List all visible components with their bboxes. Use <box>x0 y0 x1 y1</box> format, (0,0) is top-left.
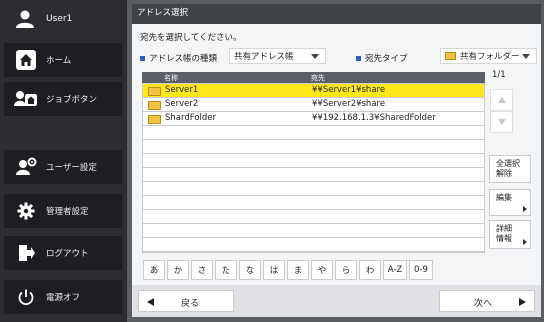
empty-row <box>143 196 484 210</box>
row-name: ShardFolder <box>165 113 216 123</box>
job-button-icon <box>14 87 38 111</box>
bullet-icon <box>140 55 145 61</box>
kana-key[interactable]: A-Z <box>383 260 407 280</box>
table-row[interactable]: Server1 ¥¥Server1¥share <box>143 84 484 98</box>
address-list: Server1 ¥¥Server1¥share Server2 ¥¥Server… <box>142 83 485 253</box>
bullet-icon <box>356 55 361 61</box>
book-type-label: アドレス帳の種類 <box>149 54 218 64</box>
empty-row <box>143 140 484 154</box>
user-settings-icon <box>14 155 38 179</box>
address-select-panel: アドレス選択 宛先を選択してください。 アドレス帳の種類 共有アドレス帳 宛先タ… <box>132 4 541 317</box>
kana-key[interactable]: ま <box>287 260 309 280</box>
table-row[interactable]: ShardFolder ¥¥192.168.1.3¥SharedFolder <box>143 112 484 126</box>
arrow-right-icon <box>519 298 526 306</box>
kana-key[interactable]: や <box>311 260 333 280</box>
next-button[interactable]: 次へ <box>439 290 535 312</box>
sidebar: User1 ホーム ジョブボタン ユーザー設定 管理者設定 ログアウト 電源オフ <box>0 0 127 322</box>
empty-row <box>143 238 484 252</box>
row-address: ¥¥Server2¥share <box>312 99 386 109</box>
dest-type-value: 共有フォルダー <box>460 52 520 62</box>
details-label: 詳細 情報 <box>496 224 512 243</box>
scroll-up-button[interactable] <box>490 89 513 111</box>
edit-label: 編集 <box>496 193 512 202</box>
folder-icon <box>148 87 161 96</box>
page-title: アドレス選択 <box>132 4 541 24</box>
chevron-down-icon <box>497 119 506 125</box>
sidebar-item-label: ログアウト <box>46 249 89 259</box>
back-button[interactable]: 戻る <box>138 290 234 312</box>
column-header-name: 名称 <box>164 74 178 82</box>
kana-key[interactable]: た <box>215 260 237 280</box>
empty-row <box>143 210 484 224</box>
kana-key[interactable]: は <box>263 260 285 280</box>
chevron-down-icon <box>522 54 530 59</box>
back-label: 戻る <box>181 299 200 309</box>
sidebar-item-power-off[interactable]: 電源オフ <box>4 280 122 314</box>
sidebar-item-label: 電源オフ <box>46 293 81 303</box>
home-icon <box>14 48 38 72</box>
sidebar-item-admin-settings[interactable]: 管理者設定 <box>4 194 122 228</box>
arrow-left-icon <box>147 298 154 306</box>
gear-icon <box>14 199 38 223</box>
book-type-label-wrap: アドレス帳の種類 <box>140 52 217 64</box>
select-all-clear-button[interactable]: 全選択 解除 <box>489 155 531 183</box>
empty-row <box>143 154 484 168</box>
kana-key[interactable]: 0-9 <box>409 260 433 280</box>
chevron-down-icon <box>311 54 319 59</box>
sidebar-item-label: ユーザー設定 <box>46 163 97 173</box>
table-header: 名称 宛先 <box>142 72 485 83</box>
sidebar-item-logout[interactable]: ログアウト <box>4 236 122 270</box>
folder-icon <box>148 101 161 110</box>
sidebar-item-home[interactable]: ホーム <box>4 43 122 77</box>
instruction-text: 宛先を選択してください。 <box>140 33 242 43</box>
dest-type-label: 宛先タイプ <box>365 54 408 64</box>
chevron-right-icon <box>523 239 527 245</box>
sidebar-item-label: ジョブボタン <box>46 95 98 105</box>
user-icon <box>12 6 38 32</box>
dest-type-label-wrap: 宛先タイプ <box>356 52 408 64</box>
book-type-value: 共有アドレス帳 <box>234 52 294 62</box>
sidebar-item-label: ホーム <box>46 56 72 66</box>
page-indicator: 1/1 <box>492 70 506 80</box>
kana-key[interactable]: か <box>167 260 189 280</box>
edit-button[interactable]: 編集 <box>489 189 531 216</box>
book-type-select[interactable]: 共有アドレス帳 <box>229 48 326 64</box>
user-name: User1 <box>46 14 73 24</box>
row-address: ¥¥Server1¥share <box>312 85 386 95</box>
kana-key[interactable]: わ <box>359 260 381 280</box>
sidebar-item-user-settings[interactable]: ユーザー設定 <box>4 150 122 184</box>
row-name: Server1 <box>165 85 199 95</box>
sidebar-item-label: 管理者設定 <box>46 207 89 217</box>
bottom-nav-bar: 戻る 次へ <box>132 285 541 317</box>
empty-row <box>143 182 484 196</box>
kana-key[interactable]: な <box>239 260 261 280</box>
folder-icon <box>148 115 161 124</box>
dest-type-select[interactable]: 共有フォルダー <box>440 48 537 64</box>
empty-row <box>143 224 484 238</box>
power-icon <box>14 285 38 309</box>
logout-icon <box>14 241 38 265</box>
details-button[interactable]: 詳細 情報 <box>489 220 531 249</box>
row-address: ¥¥192.168.1.3¥SharedFolder <box>312 113 436 123</box>
next-label: 次へ <box>474 299 493 309</box>
kana-key[interactable]: あ <box>143 260 165 280</box>
kana-key[interactable]: ら <box>335 260 357 280</box>
kana-key[interactable]: さ <box>191 260 213 280</box>
scroll-down-button[interactable] <box>490 111 513 133</box>
column-header-address: 宛先 <box>311 74 325 82</box>
row-name: Server2 <box>165 99 199 109</box>
chevron-right-icon <box>523 206 527 212</box>
sidebar-item-job-button[interactable]: ジョブボタン <box>4 82 122 116</box>
table-row[interactable]: Server2 ¥¥Server2¥share <box>143 98 484 112</box>
empty-row <box>143 168 484 182</box>
folder-icon <box>445 52 456 60</box>
user-indicator[interactable]: User1 <box>0 0 127 38</box>
empty-row <box>143 126 484 140</box>
chevron-up-icon <box>497 97 506 103</box>
